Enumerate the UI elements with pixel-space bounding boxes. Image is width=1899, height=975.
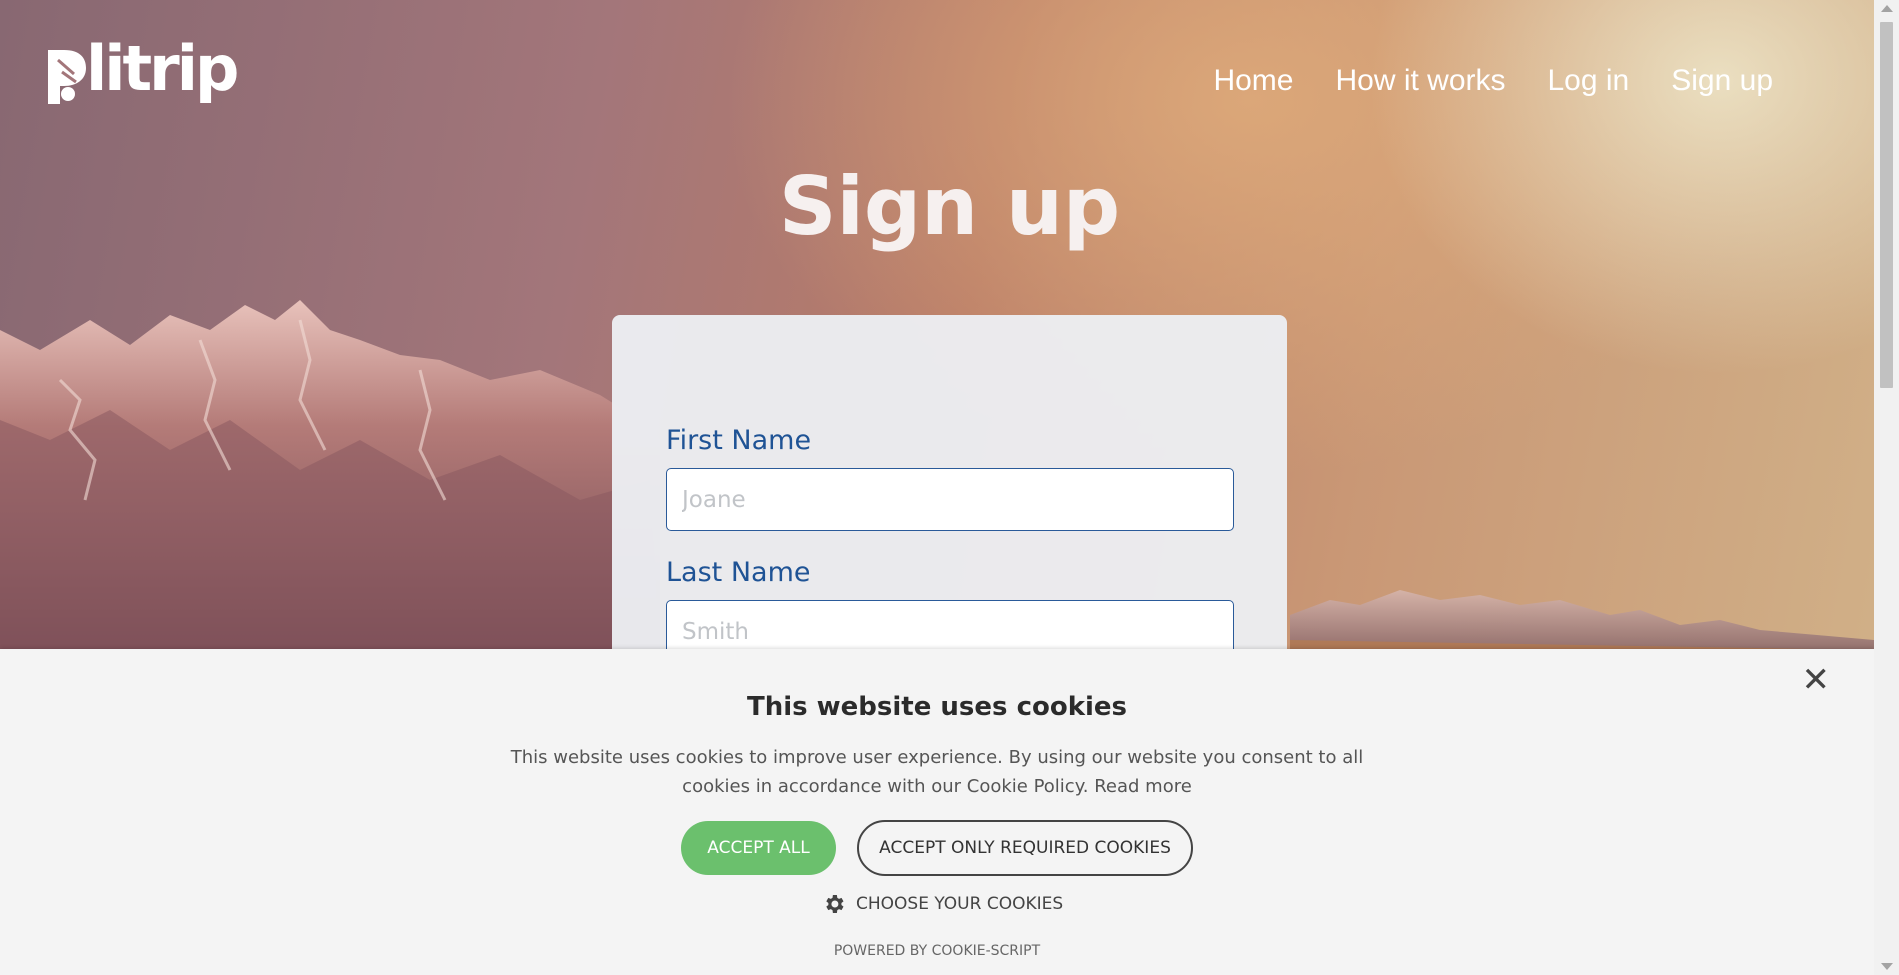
- scroll-thumb[interactable]: [1880, 22, 1893, 388]
- cookie-banner: ✕ This website uses cookies This website…: [0, 649, 1874, 975]
- first-name-field[interactable]: [666, 468, 1234, 531]
- nav-log-in[interactable]: Log in: [1548, 64, 1630, 98]
- first-name-label: First Name: [666, 425, 812, 456]
- read-more-link[interactable]: Read more: [1094, 776, 1192, 797]
- nav-home[interactable]: Home: [1213, 64, 1293, 98]
- last-name-label: Last Name: [666, 557, 811, 588]
- choose-cookies-label: CHOOSE YOUR COOKIES: [856, 894, 1064, 914]
- scroll-up-arrow-icon[interactable]: [1881, 5, 1893, 12]
- powered-by: POWERED BY COOKIE-SCRIPT: [833, 943, 1041, 959]
- logo-mark-icon: [48, 50, 86, 104]
- accept-all-button[interactable]: ACCEPT ALL: [681, 821, 836, 875]
- main-nav: Home How it works Log in Sign up: [1171, 64, 1773, 98]
- cookie-title: This website uses cookies: [746, 692, 1128, 722]
- nav-sign-up[interactable]: Sign up: [1671, 64, 1773, 98]
- cookie-text: This website uses cookies to improve use…: [487, 743, 1387, 801]
- page-scrollbar[interactable]: [1874, 0, 1899, 975]
- accept-required-button[interactable]: ACCEPT ONLY REQUIRED COOKIES: [857, 820, 1193, 876]
- scroll-down-arrow-icon[interactable]: [1881, 963, 1893, 970]
- choose-cookies-button[interactable]: CHOOSE YOUR COOKIES: [822, 892, 1063, 916]
- nav-how-it-works[interactable]: How it works: [1335, 64, 1505, 98]
- logo-text: litrip: [86, 32, 239, 105]
- gear-icon: [826, 895, 844, 913]
- cookie-text-body: This website uses cookies to improve use…: [510, 747, 1364, 797]
- page-title: Sign up: [778, 160, 1121, 253]
